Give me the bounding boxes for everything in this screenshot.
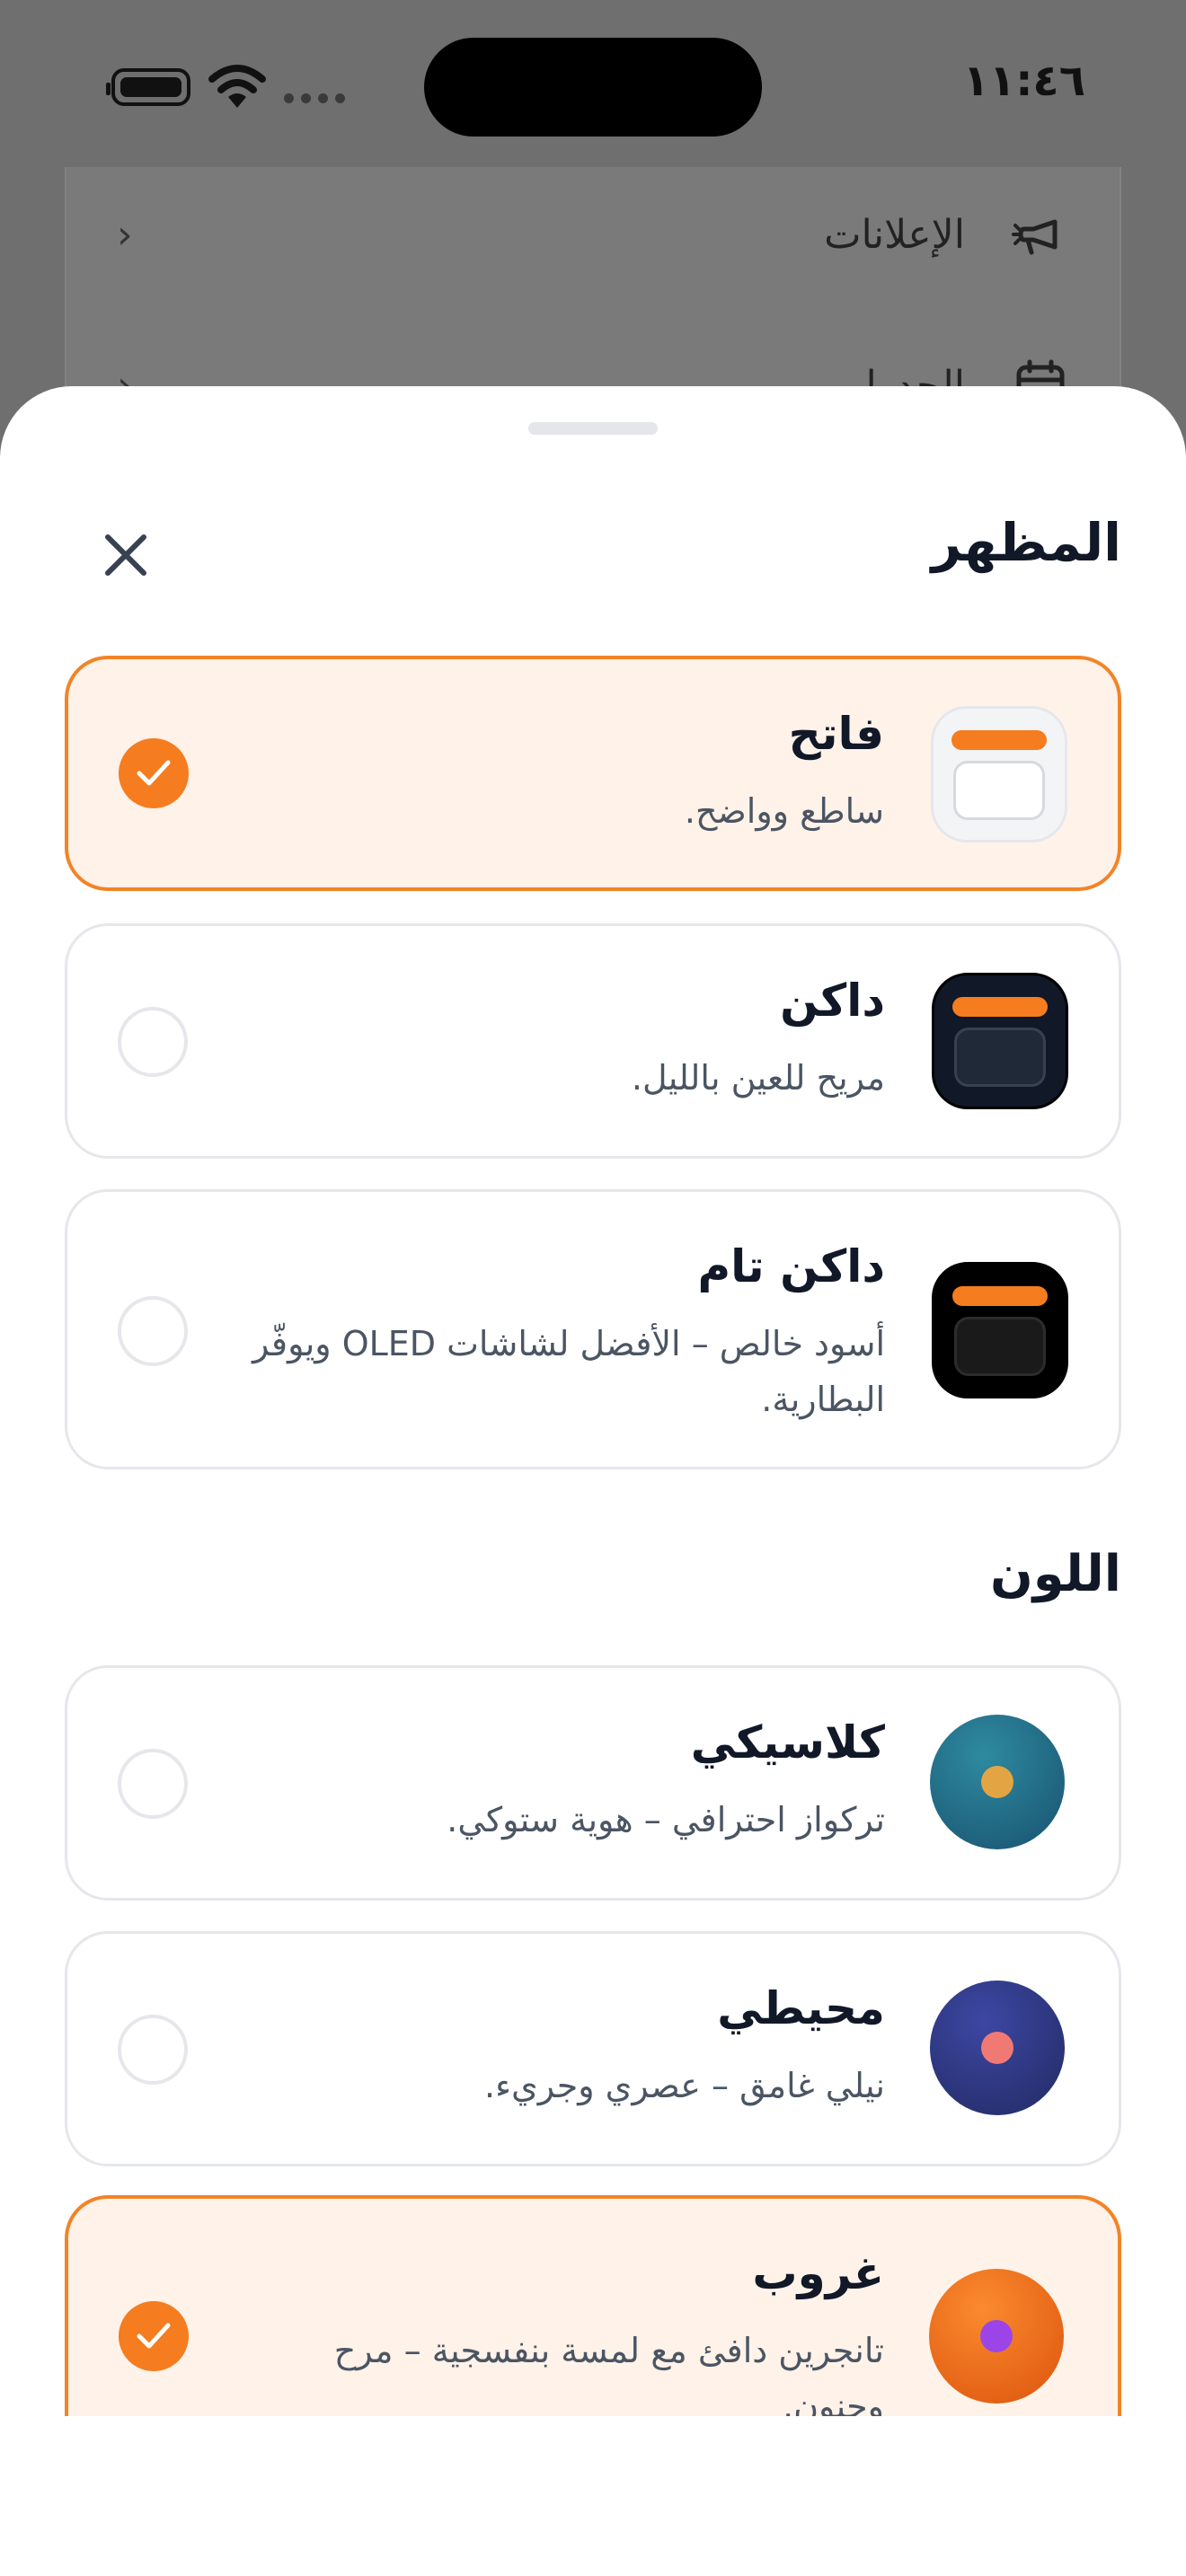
radio-unchecked[interactable] — [118, 2015, 188, 2085]
checkmark-icon — [137, 760, 171, 786]
option-description: أسود خالص – الأفضل لشاشات OLED ويوفّر ال… — [252, 1324, 885, 1419]
radio-checked[interactable] — [119, 738, 189, 808]
radio-unchecked[interactable] — [118, 1749, 188, 1819]
color-option-classic[interactable]: كلاسيكي تركواز احترافي – هوية ستوكي. — [65, 1665, 1121, 1901]
megaphone-icon — [1012, 219, 1058, 255]
dynamic-island — [424, 38, 762, 137]
sheet-content: المظهر فاتح ساطع وواضح. داكن مريح للعين … — [0, 386, 1186, 2416]
option-description: ساطع وواضح. — [684, 791, 884, 831]
appearance-sheet: المظهر فاتح ساطع وواضح. داكن مريح للعين … — [0, 386, 1186, 2576]
sheet-title: المظهر — [931, 512, 1121, 573]
option-title: غروب — [752, 2247, 884, 2299]
menu-row-label: الإعلانات — [824, 211, 965, 258]
appearance-option-light[interactable]: فاتح ساطع وواضح. — [65, 656, 1121, 891]
cellular-signal-icon — [284, 93, 345, 103]
option-title: فاتح — [788, 708, 884, 760]
wifi-icon — [208, 65, 266, 108]
option-description: نيلي غامق – عصري وجريء. — [484, 2066, 885, 2105]
color-option-sunset[interactable]: غروب تانجرين دافئ مع لمسة بنفسجية – مرح … — [65, 2195, 1121, 2416]
indigo-swatch-icon — [930, 1981, 1065, 2115]
radio-unchecked[interactable] — [118, 1296, 188, 1366]
tangerine-swatch-icon — [929, 2269, 1064, 2404]
light-theme-thumbnail-icon — [931, 706, 1067, 842]
color-section-title: اللون — [990, 1545, 1121, 1603]
option-title: كلاسيكي — [690, 1716, 885, 1769]
appearance-option-dark[interactable]: داكن مريح للعين بالليل. — [65, 923, 1121, 1159]
chevron-left-icon: ‹ — [117, 211, 133, 258]
option-description: تانجرين دافئ مع لمسة بنفسجية – مرح وحنون… — [333, 2331, 884, 2416]
radio-unchecked[interactable] — [118, 1007, 188, 1077]
option-description: تركواز احترافي – هوية ستوكي. — [447, 1800, 885, 1839]
checkmark-icon — [137, 2323, 171, 2349]
appearance-option-pitch-dark[interactable]: داكن تام أسود خالص – الأفضل لشاشات OLED … — [65, 1189, 1121, 1469]
battery-icon — [106, 68, 190, 106]
color-option-ocean[interactable]: محيطي نيلي غامق – عصري وجريء. — [65, 1931, 1121, 2166]
status-time: ١١:٤٦ — [962, 56, 1085, 106]
radio-checked[interactable] — [119, 2301, 189, 2371]
dark-theme-thumbnail-icon — [932, 973, 1068, 1109]
teal-swatch-icon — [930, 1715, 1065, 1849]
option-title: محيطي — [717, 1982, 885, 2034]
menu-row-announcements[interactable]: الإعلانات ‹ — [66, 167, 1120, 302]
status-bar: ١١:٤٦ — [0, 0, 1186, 171]
option-description: مريح للعين بالليل. — [631, 1058, 885, 1098]
sheet-grabber[interactable] — [528, 422, 658, 435]
option-title: داكن تام — [697, 1240, 885, 1292]
close-icon[interactable] — [97, 526, 155, 584]
black-theme-thumbnail-icon — [932, 1262, 1068, 1398]
option-title: داكن — [780, 975, 885, 1027]
